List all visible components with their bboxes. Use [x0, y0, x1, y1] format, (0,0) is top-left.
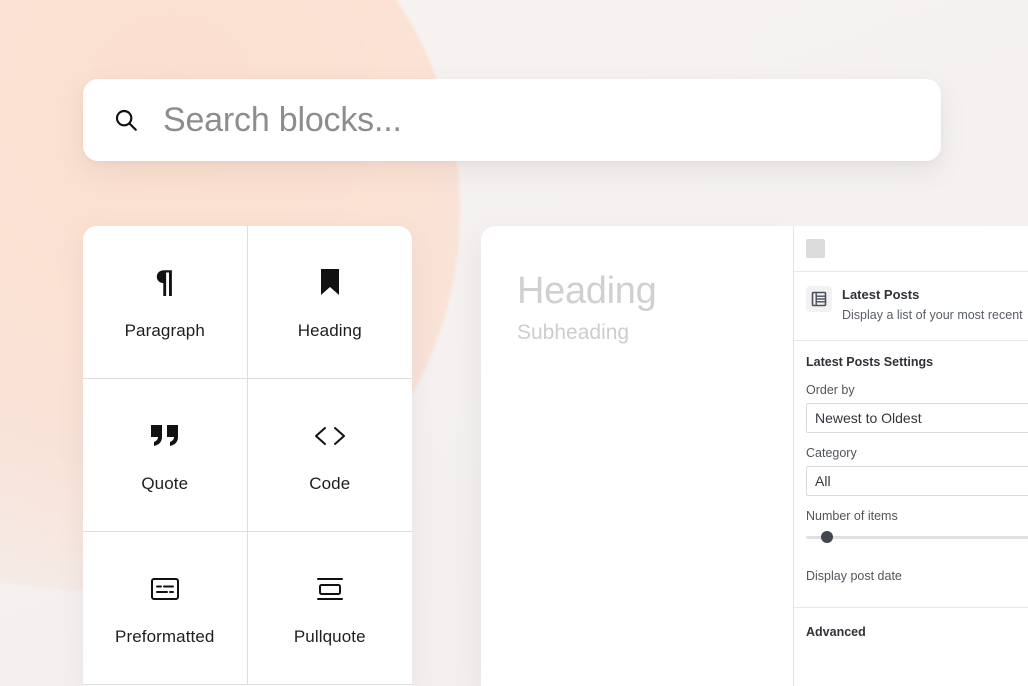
- search-input[interactable]: [161, 99, 911, 141]
- block-label: Preformatted: [115, 627, 215, 646]
- preview-subheading: Subheading: [517, 320, 630, 344]
- block-inserter-panel: ¶ Paragraph Heading Quote Code Preformat…: [83, 226, 412, 686]
- block-summary-title: Latest Posts: [842, 287, 920, 302]
- field-category: Category All: [806, 446, 1028, 497]
- slider-thumb[interactable]: [821, 531, 833, 544]
- block-item-quote[interactable]: Quote: [83, 379, 248, 532]
- block-summary-description: Display a list of your most recent: [842, 307, 1023, 322]
- block-item-preformatted[interactable]: Preformatted: [83, 532, 248, 685]
- bookmark-icon: [318, 263, 342, 303]
- number-of-items-slider[interactable]: [806, 529, 1028, 544]
- pilcrow-icon: ¶: [154, 264, 175, 301]
- toolbar-placeholder-square[interactable]: [806, 239, 825, 258]
- block-item-paragraph[interactable]: ¶ Paragraph: [83, 226, 248, 379]
- field-label: Order by: [806, 383, 855, 398]
- field-number-of-items: Number of items: [806, 509, 1028, 544]
- settings-sidebar: Latest Posts Display a list of your most…: [793, 226, 1028, 686]
- block-grid: ¶ Paragraph Heading Quote Code Preformat…: [83, 226, 412, 685]
- block-item-pullquote[interactable]: Pullquote: [247, 532, 412, 685]
- block-label: Heading: [297, 321, 362, 340]
- latest-posts-settings-section: Latest Posts Settings Order by Newest to…: [794, 341, 1028, 639]
- advanced-section-title[interactable]: Advanced: [806, 608, 1016, 639]
- block-label: Pullquote: [293, 627, 366, 646]
- field-label: Number of items: [806, 509, 898, 524]
- block-label: Quote: [141, 474, 189, 493]
- block-item-code[interactable]: Code: [247, 379, 412, 532]
- preformatted-icon: [150, 569, 180, 609]
- order-by-select[interactable]: Newest to Oldest: [806, 403, 1028, 434]
- block-item-heading[interactable]: Heading: [247, 226, 412, 379]
- preview-heading: Heading: [517, 270, 657, 312]
- field-label: Category: [806, 446, 857, 461]
- category-select[interactable]: All: [806, 466, 1028, 497]
- block-summary: Latest Posts Display a list of your most…: [794, 272, 1028, 342]
- slider-track[interactable]: [806, 536, 1028, 540]
- search-icon: [115, 109, 137, 131]
- block-preview-panel: Heading Subheading: [481, 226, 793, 686]
- block-label: Paragraph: [124, 321, 205, 340]
- display-post-date-toggle[interactable]: Display post date: [806, 556, 1016, 589]
- field-order-by: Order by Newest to Oldest: [806, 383, 1028, 434]
- block-label: Code: [309, 474, 351, 493]
- list-view-icon: [806, 286, 832, 312]
- angle-brackets-icon: [312, 416, 348, 456]
- settings-section-title: Latest Posts Settings: [806, 355, 934, 370]
- quotation-icon: [149, 416, 181, 456]
- pullquote-icon: [315, 569, 345, 609]
- settings-toolbar: [794, 226, 1028, 272]
- search-bar[interactable]: [83, 79, 941, 161]
